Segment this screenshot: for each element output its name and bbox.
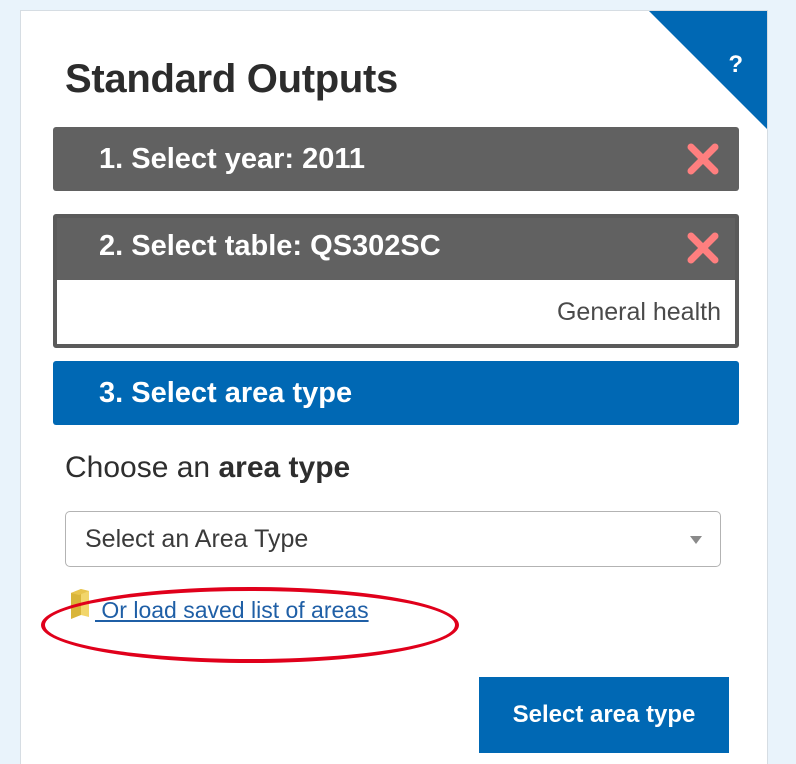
dropdown-arrow-icon xyxy=(690,536,702,544)
area-type-prompt: Choose an area type xyxy=(65,451,350,485)
step-3-header: 3. Select area type xyxy=(53,361,739,425)
area-type-select-value: Select an Area Type xyxy=(85,525,309,553)
step-2-label: 2. Select table: QS302SC xyxy=(99,230,441,262)
close-x-icon[interactable] xyxy=(685,230,721,266)
area-type-select[interactable]: Select an Area Type xyxy=(65,511,721,567)
step-2-description: General health xyxy=(57,280,735,344)
help-corner[interactable] xyxy=(649,11,767,129)
folder-icon xyxy=(71,589,89,619)
area-type-prompt-bold: area type xyxy=(218,451,351,484)
step-3-area-type: 3. Select area type xyxy=(53,361,739,425)
load-saved-areas-link[interactable]: Or load saved list of areas xyxy=(95,597,368,624)
step-3-label: 3. Select area type xyxy=(99,377,353,409)
standard-outputs-panel: ? Standard Outputs 1. Select year: 2011 … xyxy=(20,10,768,764)
page: ? Standard Outputs 1. Select year: 2011 … xyxy=(0,0,796,764)
area-type-prompt-text: Choose an xyxy=(65,451,219,484)
step-1-label: 1. Select year: 2011 xyxy=(99,143,366,175)
step-2-table[interactable]: 2. Select table: QS302SC General health xyxy=(53,214,739,348)
close-x-icon[interactable] xyxy=(685,141,721,177)
step-1-header[interactable]: 1. Select year: 2011 xyxy=(53,127,739,191)
step-1-year[interactable]: 1. Select year: 2011 xyxy=(53,127,739,191)
panel-title: Standard Outputs xyxy=(65,57,398,101)
select-area-type-button[interactable]: Select area type xyxy=(479,677,729,753)
step-2-header[interactable]: 2. Select table: QS302SC xyxy=(57,218,735,280)
help-icon[interactable]: ? xyxy=(728,51,743,79)
